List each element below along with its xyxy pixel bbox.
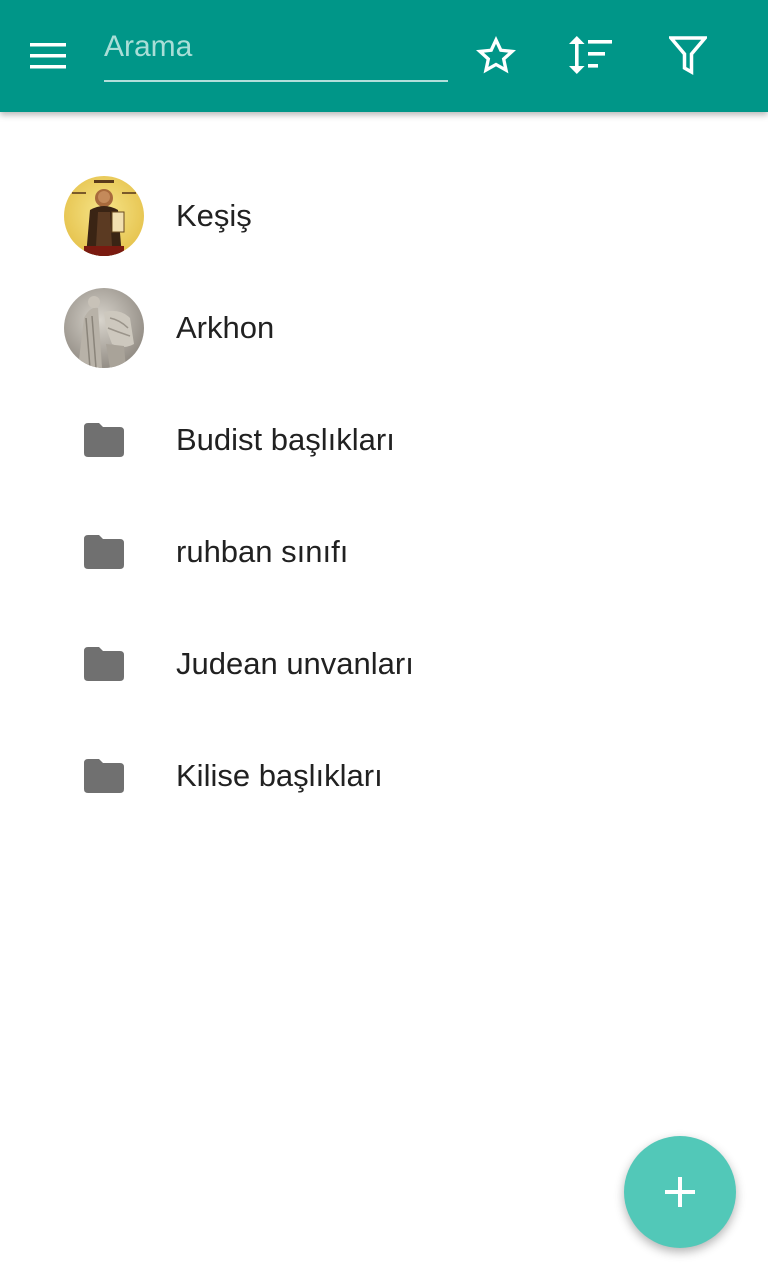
list-item[interactable]: Kilise başlıkları	[0, 720, 768, 832]
sort-icon	[569, 36, 612, 74]
list-item-label: ruhban sınıfı	[176, 534, 349, 569]
monk-portrait-avatar	[64, 176, 144, 256]
list-item[interactable]: ruhban sınıfı	[0, 496, 768, 608]
list-item-label: Keşiş	[176, 198, 252, 233]
list-item-label: Arkhon	[176, 310, 275, 345]
title-list: Keşiş Arkhon Budist başlıkları ruhban sı…	[0, 160, 768, 832]
folder-icon	[84, 423, 124, 457]
search-input[interactable]	[104, 22, 448, 72]
list-item-label: Budist başlıkları	[176, 422, 395, 457]
list-item[interactable]: Keşiş	[0, 160, 768, 272]
archon-relief-avatar	[64, 288, 144, 368]
menu-button[interactable]	[24, 32, 72, 80]
favorites-button[interactable]	[472, 32, 520, 80]
sort-button[interactable]	[567, 32, 615, 80]
star-outline-icon	[476, 35, 516, 74]
list-item-label: Judean unvanları	[176, 646, 414, 681]
list-item-label: Kilise başlıkları	[176, 758, 383, 793]
filter-button[interactable]	[664, 32, 712, 80]
plus-icon	[665, 1177, 695, 1207]
menu-icon	[30, 43, 66, 69]
list-item[interactable]: Arkhon	[0, 272, 768, 384]
folder-icon	[84, 647, 124, 681]
app-screen: Keşiş	[0, 0, 768, 1280]
add-button[interactable]	[624, 1136, 736, 1248]
list-item[interactable]: Judean unvanları	[0, 608, 768, 720]
search-field	[104, 22, 448, 82]
folder-icon	[84, 535, 124, 569]
folder-icon	[84, 759, 124, 793]
top-app-bar	[0, 0, 768, 112]
filter-icon	[669, 36, 707, 76]
list-item[interactable]: Budist başlıkları	[0, 384, 768, 496]
